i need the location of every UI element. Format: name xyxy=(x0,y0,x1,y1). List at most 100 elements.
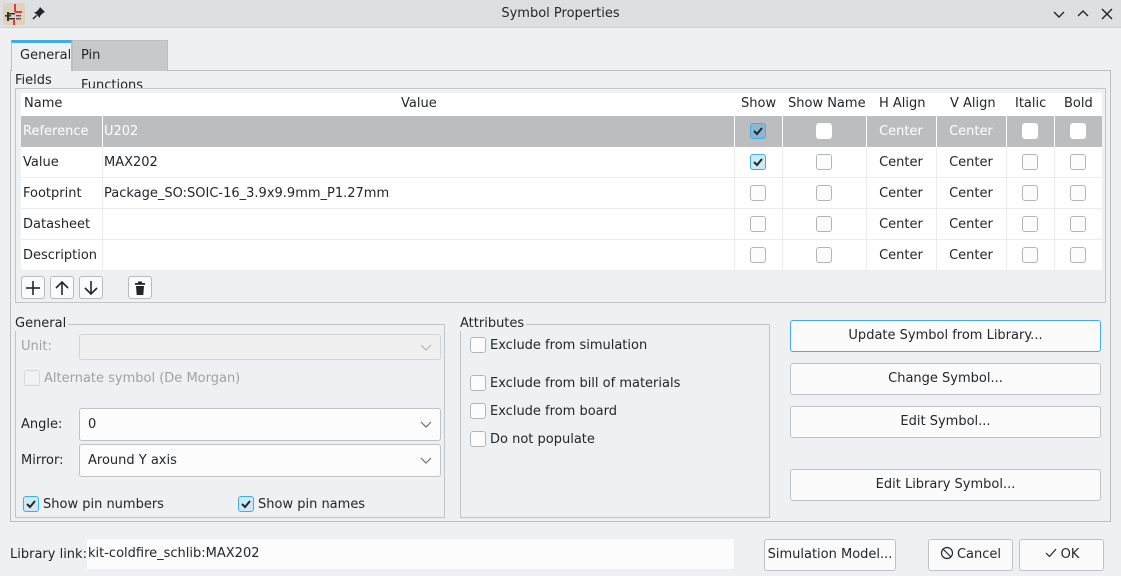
col-header-italic[interactable]: Italic xyxy=(1015,96,1046,111)
column-separator xyxy=(866,209,867,240)
minimize-icon[interactable] xyxy=(1051,6,1067,22)
h-align-cell[interactable]: Center xyxy=(879,147,923,178)
bold-checkbox[interactable] xyxy=(1070,247,1086,263)
checkmark-icon xyxy=(753,158,763,167)
add-field-button[interactable] xyxy=(21,276,45,299)
update-symbol-button[interactable]: Update Symbol from Library... xyxy=(790,320,1101,352)
field-row[interactable]: Description Center Center xyxy=(21,240,1102,271)
show-checkbox[interactable] xyxy=(750,154,766,170)
bold-checkbox[interactable] xyxy=(1070,154,1086,170)
edit-symbol-button[interactable]: Edit Symbol... xyxy=(790,406,1101,438)
ok-button[interactable]: OK xyxy=(1019,539,1104,571)
library-link-field[interactable]: kit-coldfire_schlib:MAX202 xyxy=(87,539,734,569)
field-row[interactable]: Reference U202 Center Center xyxy=(21,116,1102,147)
exclude-board-checkbox[interactable] xyxy=(470,403,486,419)
maximize-icon[interactable] xyxy=(1075,6,1091,22)
field-value-cell[interactable]: MAX202 xyxy=(104,147,158,178)
column-separator xyxy=(866,147,867,178)
alternate-symbol-checkbox[interactable] xyxy=(24,370,40,386)
field-name-cell[interactable]: Value xyxy=(23,147,59,178)
tab-general[interactable]: General xyxy=(11,40,72,71)
bold-checkbox[interactable] xyxy=(1070,216,1086,232)
field-value-cell[interactable]: U202 xyxy=(104,116,138,147)
exclude-simulation-checkbox[interactable] xyxy=(470,337,486,353)
show-pin-names-checkbox[interactable] xyxy=(238,496,254,512)
field-name-cell[interactable]: Datasheet xyxy=(23,209,90,240)
italic-checkbox[interactable] xyxy=(1022,216,1038,232)
italic-checkbox[interactable] xyxy=(1022,123,1038,139)
show-checkbox[interactable] xyxy=(750,216,766,232)
mirror-select[interactable]: Around Y axis xyxy=(79,444,441,477)
column-separator xyxy=(102,116,103,147)
field-row[interactable]: Value MAX202 Center Center xyxy=(21,147,1102,178)
show-name-checkbox[interactable] xyxy=(816,123,832,139)
show-checkbox[interactable] xyxy=(750,123,766,139)
v-align-cell[interactable]: Center xyxy=(949,240,993,271)
show-pin-numbers-checkbox[interactable] xyxy=(23,496,39,512)
v-align-cell[interactable]: Center xyxy=(949,147,993,178)
v-align-cell[interactable]: Center xyxy=(949,209,993,240)
exclude-simulation-label: Exclude from simulation xyxy=(490,338,648,353)
h-align-cell[interactable]: Center xyxy=(879,209,923,240)
v-align-cell[interactable]: Center xyxy=(949,178,993,209)
col-header-h-align[interactable]: H Align xyxy=(879,96,926,111)
close-icon[interactable] xyxy=(1099,6,1115,22)
col-header-bold[interactable]: Bold xyxy=(1064,96,1093,111)
col-header-show[interactable]: Show xyxy=(741,96,776,111)
h-align-cell[interactable]: Center xyxy=(879,116,923,147)
bold-checkbox[interactable] xyxy=(1070,185,1086,201)
change-symbol-button[interactable]: Change Symbol... xyxy=(790,363,1101,395)
cancel-icon xyxy=(940,546,954,560)
show-name-checkbox[interactable] xyxy=(816,216,832,232)
column-separator xyxy=(1054,240,1055,271)
exclude-board-label: Exclude from board xyxy=(490,404,617,419)
general-group-label: General xyxy=(15,316,69,331)
show-checkbox[interactable] xyxy=(750,247,766,263)
cancel-label: Cancel xyxy=(956,547,1002,562)
column-separator xyxy=(734,147,735,178)
chevron-down-icon xyxy=(420,344,432,351)
show-name-checkbox[interactable] xyxy=(816,247,832,263)
column-separator xyxy=(102,147,103,178)
bold-checkbox[interactable] xyxy=(1070,123,1086,139)
fields-group-label: Fields xyxy=(15,73,54,88)
column-separator xyxy=(782,209,783,240)
col-header-name[interactable]: Name xyxy=(24,96,62,111)
field-row[interactable]: Datasheet Center Center xyxy=(21,209,1102,240)
h-align-cell[interactable]: Center xyxy=(879,240,923,271)
move-up-button[interactable] xyxy=(50,276,74,299)
field-name-cell[interactable]: Description xyxy=(23,240,97,271)
show-checkbox[interactable] xyxy=(750,185,766,201)
checkmark-icon xyxy=(26,500,36,509)
v-align-cell[interactable]: Center xyxy=(949,116,993,147)
field-name-cell[interactable]: Reference xyxy=(23,116,88,147)
column-separator xyxy=(936,147,937,178)
angle-select[interactable]: 0 xyxy=(79,408,441,441)
col-header-v-align[interactable]: V Align xyxy=(950,96,996,111)
col-header-value[interactable]: Value xyxy=(401,96,437,111)
mirror-label: Mirror: xyxy=(21,453,64,468)
field-value-cell[interactable]: Package_SO:SOIC-16_3.9x9.9mm_P1.27mm xyxy=(104,178,389,209)
alternate-symbol-label: Alternate symbol (De Morgan) xyxy=(44,371,241,386)
exclude-bom-checkbox[interactable] xyxy=(470,375,486,391)
simulation-model-button[interactable]: Simulation Model... xyxy=(764,539,896,571)
column-separator xyxy=(1054,178,1055,209)
field-name-cell[interactable]: Footprint xyxy=(23,178,82,209)
column-separator xyxy=(102,240,103,271)
italic-checkbox[interactable] xyxy=(1022,185,1038,201)
h-align-cell[interactable]: Center xyxy=(879,178,923,209)
unit-select[interactable] xyxy=(79,334,441,360)
field-row[interactable]: Footprint Package_SO:SOIC-16_3.9x9.9mm_P1… xyxy=(21,178,1102,209)
cancel-button[interactable]: Cancel xyxy=(928,539,1013,571)
show-name-checkbox[interactable] xyxy=(816,185,832,201)
italic-checkbox[interactable] xyxy=(1022,247,1038,263)
edit-library-symbol-button[interactable]: Edit Library Symbol... xyxy=(790,469,1101,501)
column-separator xyxy=(936,116,937,147)
show-name-checkbox[interactable] xyxy=(816,154,832,170)
tab-pin-functions[interactable]: Pin Functions xyxy=(72,40,168,93)
italic-checkbox[interactable] xyxy=(1022,154,1038,170)
move-down-button[interactable] xyxy=(79,276,103,299)
delete-field-button[interactable] xyxy=(128,276,152,299)
do-not-populate-checkbox[interactable] xyxy=(470,431,486,447)
col-header-show-name[interactable]: Show Name xyxy=(788,96,866,111)
